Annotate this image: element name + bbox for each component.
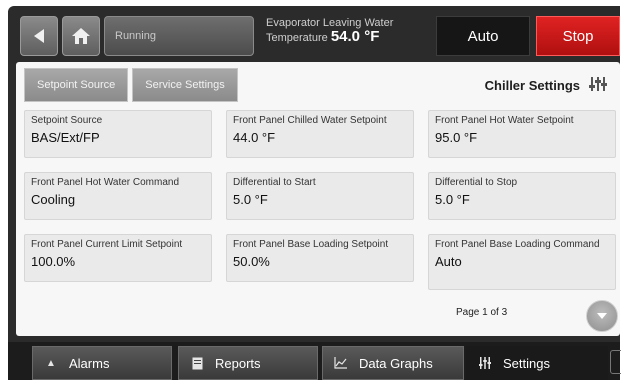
nav-settings[interactable]: Settings: [466, 346, 608, 380]
setting-label: Front Panel Hot Water Command: [31, 177, 180, 188]
setting-label: Front Panel Hot Water Setpoint: [435, 115, 574, 126]
auto-label: Auto: [467, 27, 499, 45]
chiller-settings-panel: Setpoint Source Service Settings Chiller…: [16, 62, 620, 336]
setting-chilled-water-setpoint[interactable]: Front Panel Chilled Water Setpoint 44.0 …: [226, 110, 414, 158]
setting-label: Differential to Start: [233, 177, 316, 188]
setting-value: 5.0 °F: [233, 192, 268, 207]
nav-label: Data Graphs: [359, 355, 433, 371]
back-button[interactable]: [20, 16, 58, 56]
nav-label: Reports: [215, 355, 261, 371]
nav-label: Settings: [503, 355, 550, 371]
message-icon[interactable]: [610, 350, 621, 374]
home-button[interactable]: [62, 16, 100, 56]
stop-label: Stop: [562, 27, 594, 45]
setting-label: Front Panel Chilled Water Setpoint: [233, 115, 387, 126]
evaporator-leaving-water: Evaporator Leaving Water Temperature 54.…: [266, 16, 436, 56]
setting-label: Front Panel Current Limit Setpoint: [31, 239, 183, 250]
operating-status: Running: [104, 16, 254, 56]
graph-icon: [333, 356, 349, 370]
panel-title: Chiller Settings: [484, 78, 580, 93]
setting-base-loading-command[interactable]: Front Panel Base Loading Command Auto: [428, 234, 616, 290]
home-icon: [72, 28, 90, 44]
setting-base-loading-setpoint[interactable]: Front Panel Base Loading Setpoint 50.0%: [226, 234, 414, 282]
nav-alarms[interactable]: ▲ Alarms: [32, 346, 172, 380]
nav-reports[interactable]: Reports: [178, 346, 318, 380]
setting-value: Cooling: [31, 192, 76, 207]
stop-button[interactable]: Stop: [536, 16, 620, 56]
evap-prefix: Temperature: [266, 32, 328, 44]
setting-differential-to-stop[interactable]: Differential to Stop 5.0 °F: [428, 172, 616, 220]
setting-label: Differential to Stop: [435, 177, 518, 188]
tab-label: Service Settings: [145, 79, 225, 91]
setting-hot-water-setpoint[interactable]: Front Panel Hot Water Setpoint 95.0 °F: [428, 110, 616, 158]
setting-current-limit-setpoint[interactable]: Front Panel Current Limit Setpoint 100.0…: [24, 234, 212, 282]
tab-setpoint-source[interactable]: Setpoint Source: [24, 68, 129, 102]
setting-value: 50.0%: [233, 254, 270, 269]
setting-label: Setpoint Source: [31, 115, 103, 126]
nav-data-graphs[interactable]: Data Graphs: [322, 346, 464, 380]
report-icon: [189, 356, 205, 370]
top-bar: Running Evaporator Leaving Water Tempera…: [8, 6, 620, 62]
setting-value: 5.0 °F: [435, 192, 470, 207]
setting-differential-to-start[interactable]: Differential to Start 5.0 °F: [226, 172, 414, 220]
bell-icon: ▲: [46, 357, 56, 369]
next-page-button[interactable]: [586, 300, 618, 332]
tab-bar: Setpoint Source Service Settings: [24, 68, 242, 102]
setting-label: Front Panel Base Loading Command: [435, 239, 600, 250]
sliders-icon-graphic: [589, 77, 607, 91]
setting-value: BAS/Ext/FP: [31, 130, 100, 145]
setting-value: 100.0%: [31, 254, 76, 269]
auto-button[interactable]: Auto: [436, 16, 530, 56]
back-arrow-icon: [34, 29, 44, 43]
sliders-icon[interactable]: [588, 74, 608, 94]
status-text: Running: [115, 30, 156, 42]
bottom-navigation: ▲ Alarms Reports Data Graphs Settings: [8, 342, 621, 380]
setting-label: Front Panel Base Loading Setpoint: [233, 239, 389, 250]
setting-value: 95.0 °F: [435, 130, 478, 145]
setting-setpoint-source[interactable]: Setpoint Source BAS/Ext/FP: [24, 110, 212, 158]
settings-icon: [477, 356, 493, 370]
setting-value: Auto: [435, 254, 462, 269]
setting-value: 44.0 °F: [233, 130, 276, 145]
setting-hot-water-command[interactable]: Front Panel Hot Water Command Cooling: [24, 172, 212, 220]
page-indicator: Page 1 of 3: [456, 307, 508, 318]
tab-service-settings[interactable]: Service Settings: [132, 68, 238, 102]
chevron-down-icon: [597, 313, 607, 319]
evap-temperature-value: 54.0 °F: [330, 28, 380, 45]
nav-label: Alarms: [69, 355, 110, 371]
tab-label: Setpoint Source: [37, 79, 116, 91]
